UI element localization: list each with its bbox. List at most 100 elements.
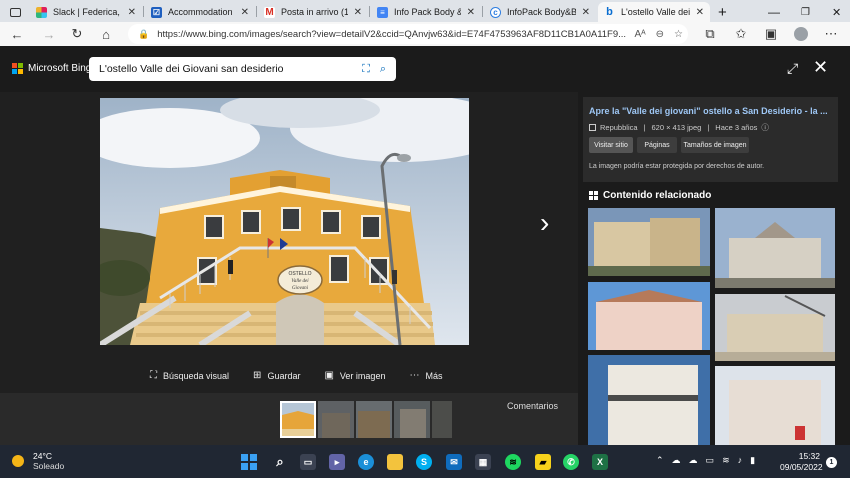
thumb-image [394, 401, 430, 438]
address-bar[interactable]: 🔒 https://www.bing.com/images/search?vie… [128, 24, 688, 44]
tab-infopack-doc[interactable]: ≡ Info Pack Body & B ✕ [371, 2, 481, 22]
filmstrip-thumb[interactable] [318, 401, 354, 438]
weather-widget[interactable]: 24°C Soleado [12, 451, 64, 471]
pages-button[interactable]: Páginas [637, 137, 677, 153]
grid-icon [589, 191, 598, 200]
info-icon[interactable]: ⓘ [761, 122, 769, 133]
tab-slack[interactable]: Slack | Federica, Ma ✕ [30, 2, 142, 22]
save-button[interactable]: ⊞ Guardar [253, 370, 300, 381]
profile-button[interactable] [792, 25, 810, 43]
settings-menu-button[interactable]: ⋯ [822, 25, 840, 43]
chevron-up-icon[interactable]: ⌃ [656, 455, 664, 466]
battery-icon[interactable]: ▮ [750, 455, 755, 466]
skype-button[interactable]: S [416, 454, 432, 470]
view-image-button[interactable]: ▣ Ver imagen [324, 370, 385, 381]
file-explorer-button[interactable] [387, 454, 403, 470]
wifi-icon[interactable]: ≋ [722, 455, 730, 466]
spotify-button[interactable]: ≋ [505, 454, 521, 470]
tab-bing-active[interactable]: b L'ostello Valle dei G ✕ [598, 2, 710, 22]
related-image[interactable] [715, 208, 835, 288]
more-button[interactable]: ⋯ Más [409, 370, 442, 381]
image-age: Hace 3 años [715, 123, 758, 132]
favorite-star-icon[interactable]: ☆ [674, 29, 683, 40]
filmstrip-thumb[interactable] [356, 401, 392, 438]
next-image-button[interactable]: › [540, 207, 549, 239]
clock[interactable]: 15:32 09/05/2022 [780, 451, 823, 473]
windows-taskbar: 24°C Soleado ⌕ ▭ ▸ e S ✉ ▦ ≋ ▰ ✆ X ⌃ ☁ ☁… [0, 445, 850, 478]
close-icon[interactable]: ✕ [354, 7, 362, 18]
related-image[interactable] [588, 355, 710, 445]
tab-actions-icon [10, 7, 21, 17]
related-content-heading: Contenido relacionado [589, 190, 711, 201]
mail-button[interactable]: ✉ [446, 454, 462, 470]
main-image[interactable]: OSTELLO Valle dei Giovani [100, 98, 469, 345]
related-photo [588, 355, 710, 445]
close-icon[interactable]: ✕ [582, 7, 590, 18]
visit-site-button[interactable]: Visitar sitio [589, 137, 633, 153]
minimize-button[interactable]: — [762, 2, 782, 22]
search-icon[interactable]: ⌕ [380, 63, 386, 76]
forward-button[interactable]: → [40, 25, 58, 43]
search-input[interactable]: L'ostello Valle dei Giovani san desideri… [99, 63, 362, 75]
visual-search-icon[interactable]: ⛶ [362, 63, 370, 76]
new-tab-button[interactable]: + [712, 2, 732, 22]
device-icon[interactable]: ▭ [706, 455, 715, 466]
filmstrip-thumb[interactable] [432, 401, 452, 438]
filmstrip-thumb-active[interactable] [280, 401, 316, 438]
image-sizes-button[interactable]: Tamaños de imagen [681, 137, 749, 153]
close-viewer-button[interactable]: ✕ [813, 57, 828, 78]
tab-accommodation[interactable]: ☑ Accommodation Sa ✕ [145, 2, 255, 22]
navigation-bar: ← → ↻ ⌂ 🔒 https://www.bing.com/images/se… [0, 22, 850, 46]
window-close-button[interactable]: ✕ [826, 2, 846, 22]
related-image[interactable] [715, 294, 835, 361]
excel-button[interactable]: X [592, 454, 608, 470]
onedrive-icon[interactable]: ☁ [689, 455, 698, 466]
sticky-notes-button[interactable]: ▰ [535, 454, 551, 470]
related-image[interactable] [715, 366, 835, 445]
tab-actions-button[interactable] [4, 2, 28, 22]
cloud-icon[interactable]: ☁ [672, 455, 681, 466]
expand-icon[interactable]: ⤢ [787, 60, 798, 77]
related-image[interactable] [588, 208, 710, 276]
back-button[interactable]: ← [8, 25, 26, 43]
url-text[interactable]: https://www.bing.com/images/search?view=… [157, 29, 629, 40]
close-icon[interactable]: ✕ [128, 7, 136, 18]
thumb-image [432, 401, 452, 438]
tab-infopack-page[interactable]: c InfoPack Body&Boo ✕ [484, 2, 596, 22]
source-name[interactable]: Repubblica [600, 123, 638, 132]
home-button[interactable]: ⌂ [97, 25, 115, 43]
extensions-button[interactable]: ⧉ [701, 25, 719, 43]
refresh-button[interactable]: ↻ [68, 25, 86, 43]
edge-app-button[interactable]: e [358, 454, 374, 470]
related-image[interactable] [588, 282, 710, 350]
zoom-icon[interactable]: ⊖ [656, 29, 664, 40]
image-actions: ⛶ Búsqueda visual ⊞ Guardar ▣ Ver imagen… [150, 370, 466, 381]
read-aloud-button[interactable]: Aᴬ [634, 29, 645, 40]
close-icon[interactable]: ✕ [467, 7, 475, 18]
bing-logo[interactable]: Microsoft Bing [12, 63, 91, 74]
task-view-button[interactable]: ▭ [300, 454, 316, 470]
visual-search-button[interactable]: ⛶ Búsqueda visual [150, 370, 229, 381]
volume-icon[interactable]: ♪ [738, 455, 743, 466]
search-box[interactable]: L'ostello Valle dei Giovani san desideri… [89, 57, 396, 81]
image-source-title[interactable]: Apre la "Valle dei giovani" ostello a Sa… [589, 106, 828, 116]
start-button[interactable] [241, 454, 257, 470]
whatsapp-button[interactable]: ✆ [563, 454, 579, 470]
teams-chat-button[interactable]: ▸ [329, 454, 345, 470]
svg-text:Giovani: Giovani [292, 286, 309, 291]
store-button[interactable]: ▦ [475, 454, 491, 470]
image-details-panel: Apre la "Valle dei giovani" ostello a Sa… [578, 92, 850, 445]
favorites-button[interactable]: ✩ [732, 25, 750, 43]
tab-gmail[interactable]: M Posta in arrivo (148 ✕ [258, 2, 368, 22]
filmstrip-thumb[interactable] [394, 401, 430, 438]
notification-badge[interactable]: 1 [826, 457, 837, 468]
restore-button[interactable]: ❐ [795, 2, 815, 22]
comments-button[interactable]: Comentarios [507, 401, 558, 411]
sun-icon [12, 455, 24, 467]
close-icon[interactable]: ✕ [696, 7, 704, 18]
collections-button[interactable]: ▣ [762, 25, 780, 43]
close-icon[interactable]: ✕ [241, 7, 249, 18]
edge-page-icon: c [490, 6, 501, 18]
weather-condition: Soleado [33, 461, 65, 471]
search-button[interactable]: ⌕ [272, 454, 288, 470]
